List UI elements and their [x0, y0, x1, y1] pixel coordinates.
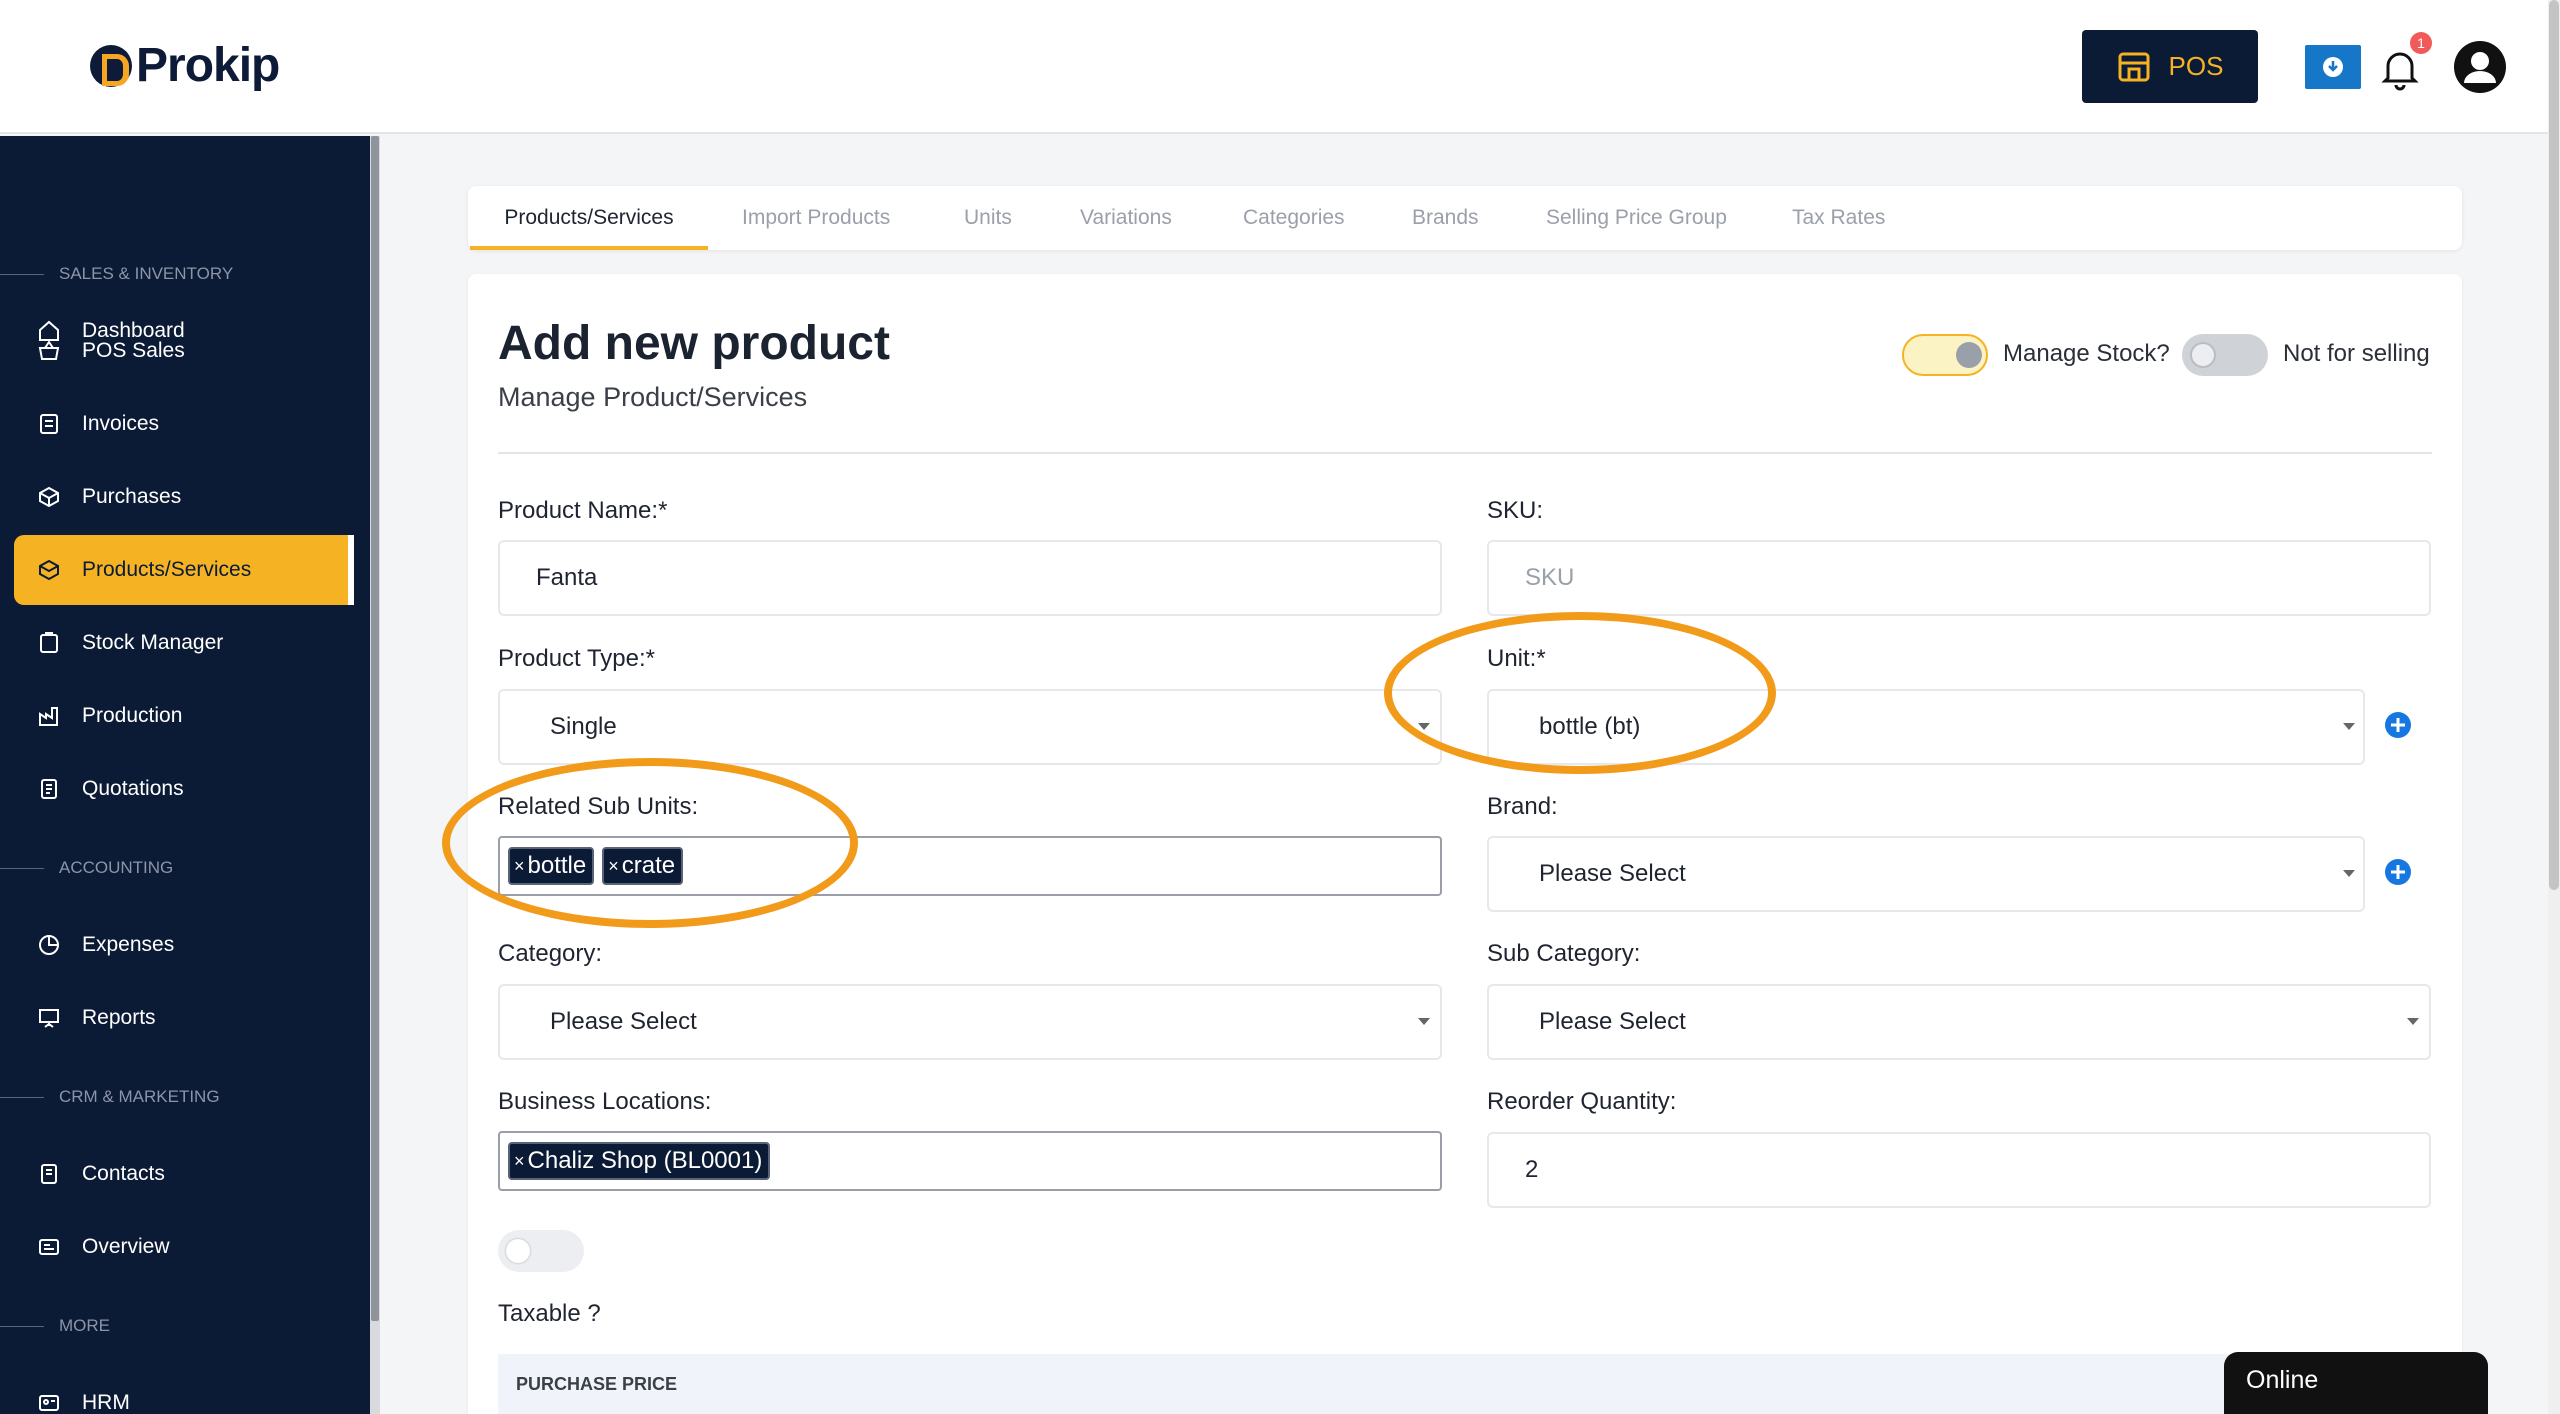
- not-for-selling-toggle[interactable]: [2182, 334, 2268, 376]
- not-for-selling-label: Not for selling: [2283, 340, 2430, 367]
- basket-icon: [36, 338, 62, 364]
- sidebar-section-sales-inventory: SALES & INVENTORY: [0, 259, 354, 289]
- sidebar-item-stock-manager[interactable]: Stock Manager: [0, 608, 354, 678]
- sidebar-section-crm-marketing: CRM & MARKETING: [0, 1082, 354, 1112]
- sidebar-scrollbar-thumb[interactable]: [371, 136, 379, 1321]
- purchase-price-section-header: PURCHASE PRICE: [498, 1354, 2432, 1414]
- sidebar-item-purchases[interactable]: Purchases: [0, 462, 354, 532]
- sidebar-item-label: Reports: [82, 1006, 156, 1029]
- prokip-logo-icon: [90, 44, 132, 87]
- top-header: Prokip POS 1: [0, 0, 2548, 134]
- sidebar-item-pos-sales[interactable]: POS Sales: [0, 316, 354, 386]
- sidebar-item-quotations[interactable]: Quotations: [0, 754, 354, 824]
- tab-import-products[interactable]: Import Products: [742, 186, 890, 250]
- invoice-icon: [36, 411, 62, 437]
- add-unit-button[interactable]: [2384, 711, 2412, 739]
- location-chip[interactable]: × Chaliz Shop (BL0001): [508, 1142, 771, 1180]
- product-type-select[interactable]: Single: [498, 689, 1442, 765]
- chevron-down-icon: [1418, 1018, 1430, 1025]
- category-select[interactable]: Please Select: [498, 984, 1442, 1060]
- clipboard-icon: [36, 630, 62, 656]
- brand-label: Brand:: [1487, 793, 1558, 820]
- user-avatar-icon[interactable]: [2453, 40, 2507, 94]
- sidebar-item-label: Invoices: [82, 412, 160, 435]
- brand-select[interactable]: Please Select: [1487, 836, 2365, 912]
- sidebar-item-label: Contacts: [82, 1162, 165, 1185]
- contacts-icon: [36, 1161, 62, 1187]
- tab-selling-price-group[interactable]: Selling Price Group: [1546, 186, 1727, 250]
- reorder-quantity-input[interactable]: 2: [1487, 1132, 2431, 1208]
- sidebar-item-label: Purchases: [82, 485, 182, 508]
- unit-highlight-annotation: [1384, 612, 1776, 774]
- sku-label: SKU:: [1487, 497, 1544, 524]
- taxable-label: Taxable ?: [498, 1300, 601, 1327]
- sidebar-section-more: MORE: [0, 1311, 354, 1341]
- factory-icon: [36, 703, 62, 729]
- remove-chip-icon[interactable]: ×: [514, 1151, 525, 1172]
- business-locations-select[interactable]: × Chaliz Shop (BL0001): [498, 1131, 1442, 1191]
- prokip-logo[interactable]: Prokip: [90, 38, 280, 93]
- sidebar-item-label: HRM: [82, 1391, 130, 1414]
- sidebar-item-label: POS Sales: [82, 339, 185, 362]
- sidebar-item-label: Production: [82, 704, 183, 727]
- sidebar-item-production[interactable]: Production: [0, 681, 354, 751]
- chevron-down-icon: [2407, 1018, 2419, 1025]
- sku-input[interactable]: SKU: [1487, 540, 2431, 616]
- sidebar-item-label: Overview: [82, 1235, 170, 1258]
- sidebar-item-label: Products/Services: [82, 558, 252, 581]
- tab-brands[interactable]: Brands: [1412, 186, 1479, 250]
- sidebar-item-label: Quotations: [82, 777, 184, 800]
- product-tabs: Products/Services Import Products Units …: [468, 186, 2462, 250]
- pos-button-label: POS: [2168, 51, 2224, 81]
- online-status-badge: Online: [2224, 1352, 2488, 1414]
- business-locations-label: Business Locations:: [498, 1088, 712, 1115]
- sidebar-item-contacts[interactable]: Contacts: [0, 1139, 354, 1209]
- store-icon: [2118, 52, 2150, 81]
- pos-button[interactable]: POS: [2082, 30, 2258, 103]
- sidebar-item-products-services[interactable]: Products/Services: [14, 535, 354, 605]
- logo-text: Prokip: [136, 39, 280, 92]
- tab-products-services[interactable]: Products/Services: [470, 186, 708, 250]
- sidebar-item-overview[interactable]: Overview: [0, 1212, 354, 1282]
- sidebar-item-label: Stock Manager: [82, 631, 224, 654]
- sub-category-select[interactable]: Please Select: [1487, 984, 2431, 1060]
- chevron-down-icon: [2343, 723, 2355, 730]
- category-label: Category:: [498, 940, 603, 967]
- sidebar-item-reports[interactable]: Reports: [0, 983, 354, 1053]
- overview-icon: [36, 1234, 62, 1260]
- document-icon: [36, 776, 62, 802]
- page-subtitle: Manage Product/Services: [498, 382, 808, 412]
- download-icon: [2323, 57, 2343, 77]
- chevron-down-icon: [2343, 870, 2355, 877]
- page-title: Add new product: [498, 317, 890, 370]
- manage-stock-label: Manage Stock?: [2003, 340, 2170, 367]
- sub-category-label: Sub Category:: [1487, 940, 1641, 967]
- sidebar-item-hrm[interactable]: HRM: [0, 1368, 354, 1414]
- reorder-quantity-label: Reorder Quantity:: [1487, 1088, 1677, 1115]
- sub-units-highlight-annotation: [442, 758, 858, 928]
- tab-units[interactable]: Units: [964, 186, 1012, 250]
- box-icon: [36, 557, 62, 583]
- sidebar-item-invoices[interactable]: Invoices: [0, 389, 354, 459]
- product-type-label: Product Type:*: [498, 645, 655, 672]
- product-name-label: Product Name:*: [498, 497, 668, 524]
- add-brand-button[interactable]: [2384, 858, 2412, 886]
- taxable-toggle[interactable]: [498, 1230, 584, 1272]
- sidebar-item-label: Expenses: [82, 933, 175, 956]
- download-button[interactable]: [2305, 45, 2361, 89]
- product-name-input[interactable]: Fanta: [498, 540, 1442, 616]
- sidebar-section-accounting: ACCOUNTING: [0, 853, 354, 883]
- header-divider: [498, 452, 2432, 454]
- presentation-icon: [36, 1005, 62, 1031]
- sidebar-item-expenses[interactable]: Expenses: [0, 910, 354, 980]
- page-scrollbar-thumb[interactable]: [2549, 0, 2559, 890]
- notification-badge: 1: [2410, 32, 2432, 54]
- tab-tax-rates[interactable]: Tax Rates: [1792, 186, 1885, 250]
- tab-categories[interactable]: Categories: [1243, 186, 1345, 250]
- package-icon: [36, 484, 62, 510]
- tab-variations[interactable]: Variations: [1080, 186, 1172, 250]
- pie-chart-icon: [36, 932, 62, 958]
- manage-stock-toggle[interactable]: [1902, 334, 1988, 376]
- id-card-icon: [36, 1390, 62, 1414]
